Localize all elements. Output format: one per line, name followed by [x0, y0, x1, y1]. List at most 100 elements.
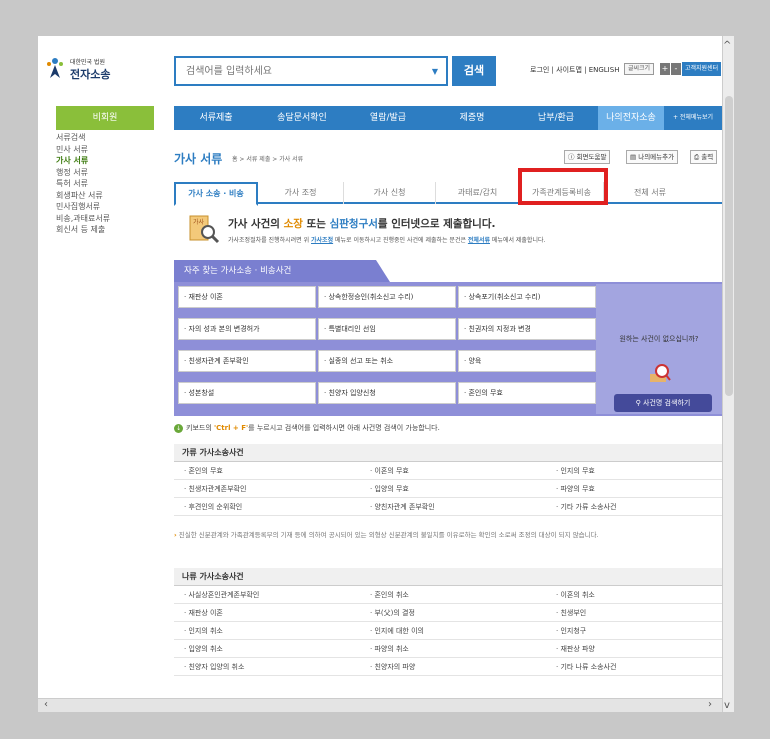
section-ga-note: › 진실한 신분관계와 가족관계등록부의 기재 등에 의하여 공시되어 있는 외…	[174, 531, 599, 539]
case-link[interactable]: · 상속한정승인(취소신고 수리)	[318, 286, 456, 308]
all-documents-link[interactable]: 전체서류	[468, 237, 490, 244]
nav-all-menu[interactable]: + 전체메뉴보기	[664, 106, 722, 130]
nav-service-check[interactable]: 송달문서확인	[258, 106, 346, 130]
case-link[interactable]: · 파양의 무효	[556, 480, 595, 498]
sidebar-item-patent[interactable]: 특허 서류	[56, 178, 154, 190]
case-link[interactable]: · 후견인의 순위확인	[184, 498, 242, 516]
case-link[interactable]: · 인지청구	[556, 622, 586, 640]
scroll-right-icon[interactable]: ›	[708, 699, 712, 710]
case-link[interactable]: · 성본창설	[178, 382, 316, 404]
case-link[interactable]: · 혼인의 무효	[184, 462, 223, 480]
case-link[interactable]: · 친양자 입양신청	[318, 382, 456, 404]
case-link[interactable]: · 친양자의 파양	[370, 658, 415, 676]
main-nav: 서류제출 송달문서확인 열람/발급 제증명 납부/환급 나의전자소송 + 전체메…	[174, 106, 722, 130]
sidebar-item-family[interactable]: 가사 서류	[56, 155, 154, 167]
case-link[interactable]: · 재판상 이혼	[184, 604, 223, 622]
nav-certificates[interactable]: 제증명	[430, 106, 514, 130]
tab-all-documents[interactable]: 전체 서류	[604, 182, 696, 204]
scroll-down-icon[interactable]: v	[724, 700, 730, 711]
tab-family-mediation[interactable]: 가사 조정	[258, 182, 344, 204]
case-link[interactable]: · 이혼의 취소	[556, 586, 595, 604]
case-link[interactable]: · 친생자관계존부확인	[184, 480, 246, 498]
vertical-scrollbar[interactable]	[722, 36, 734, 712]
sidebar-item-bankruptcy[interactable]: 회생파산 서류	[56, 190, 154, 202]
nav-view-issue[interactable]: 열람/발급	[346, 106, 430, 130]
sidebar-item-noncontentious[interactable]: 비송,과태료서류	[56, 213, 154, 225]
case-link[interactable]: · 친양자 입양의 취소	[184, 658, 244, 676]
print-button[interactable]: ⎙ 출력	[690, 150, 718, 164]
case-link[interactable]: · 입양의 무효	[370, 480, 409, 498]
case-link[interactable]: · 친생자관계 존부확인	[178, 350, 316, 372]
add-my-menu-button[interactable]: ▤ 나의메뉴추가	[626, 150, 679, 164]
table-row: · 후견인의 순위확인 · 양친자관계 존부확인 · 기타 가류 소송사건	[174, 498, 722, 516]
site-logo[interactable]: 대한민국 법원 전자소송	[44, 54, 144, 84]
document-search-icon: 가사	[189, 215, 220, 244]
nav-payment-refund[interactable]: 납부/환급	[514, 106, 598, 130]
sidebar-item-search[interactable]: 서류검색	[56, 132, 154, 144]
nav-submit-documents[interactable]: 서류제출	[174, 106, 258, 130]
case-name-search-button[interactable]: ⚲ 사건명 검색하기	[614, 394, 712, 412]
scrollbar-thumb[interactable]	[725, 96, 733, 396]
case-link[interactable]: · 친생부인	[556, 604, 586, 622]
table-row: · 친양자 입양의 취소 · 친양자의 파양 · 기타 나류 소송사건	[174, 658, 722, 676]
case-link[interactable]: · 인지의 무효	[556, 462, 595, 480]
search-button[interactable]: 검색	[452, 56, 496, 86]
breadcrumb[interactable]: 홈 > 서류 제출 > 가사 서류	[232, 154, 303, 163]
case-link[interactable]: · 이혼의 무효	[370, 462, 409, 480]
case-link[interactable]: · 양육	[458, 350, 596, 372]
mediation-link[interactable]: 가사조정	[311, 237, 333, 244]
sidebar-title: 비회원	[56, 106, 154, 130]
help-center-button[interactable]: 고객지원센터	[682, 62, 722, 76]
case-link[interactable]: · 특별대리인 선임	[318, 318, 456, 340]
case-link[interactable]: · 재판상 이혼	[178, 286, 316, 308]
magnifier-icon	[650, 364, 671, 382]
court-emblem-icon	[47, 58, 63, 78]
page-title: 가사 서류	[174, 152, 223, 166]
ctrl-f-hint: ↓ 키보드의 'Ctrl + F'를 누르시고 검색어를 입력하시면 아래 사건명…	[174, 423, 440, 433]
tab-family-litigation[interactable]: 가사 소송 · 비송	[174, 182, 258, 206]
case-link[interactable]: · 인지의 취소	[184, 622, 223, 640]
case-link[interactable]: · 자의 성과 본의 변경허가	[178, 318, 316, 340]
table-row: · 재판상 이혼 · 부(父)의 결정 · 친생부인	[174, 604, 722, 622]
sidebar-item-reply[interactable]: 회신서 등 제출	[56, 224, 154, 236]
case-link[interactable]: · 혼인의 취소	[370, 586, 409, 604]
menu-icon: ▤	[630, 153, 639, 161]
font-decrease-button[interactable]: -	[671, 63, 681, 75]
screen-help-button[interactable]: ⓘ 회면도움말	[564, 150, 611, 164]
sidebar-item-execution[interactable]: 민사집행서류	[56, 201, 154, 213]
scroll-left-icon[interactable]: ‹	[44, 699, 48, 710]
search-icon: ⚲	[635, 399, 644, 407]
highlight-box	[518, 168, 608, 205]
section-ga-table: · 혼인의 무효 · 이혼의 무효 · 인지의 무효 · 친생자관계존부확인 ·…	[174, 462, 722, 516]
nav-my-ecourt[interactable]: 나의전자소송	[598, 106, 664, 130]
top-links[interactable]: 로그인 | 사이트맵 | ENGLISH	[530, 65, 619, 75]
section-na-table: · 사실상혼인관계존부확인 · 혼인의 취소 · 이혼의 취소 · 재판상 이혼…	[174, 586, 722, 676]
section-na-title: 나류 가사소송사건	[174, 568, 722, 586]
case-link[interactable]: · 실종의 선고 또는 취소	[318, 350, 456, 372]
case-link[interactable]: · 상속포기(취소신고 수리)	[458, 286, 596, 308]
case-link[interactable]: · 혼인의 무효	[458, 382, 596, 404]
case-link[interactable]: · 인지에 대한 이의	[370, 622, 424, 640]
search-dropdown-icon[interactable]: ▼	[432, 67, 438, 76]
font-increase-button[interactable]: +	[660, 63, 670, 75]
case-link[interactable]: · 기타 나류 소송사건	[556, 658, 616, 676]
horizontal-scrollbar[interactable]	[38, 698, 722, 712]
sidebar-item-administrative[interactable]: 행정 서류	[56, 167, 154, 179]
scroll-up-icon[interactable]: ^	[723, 40, 731, 51]
section-ga-title: 가류 가사소송사건	[174, 444, 722, 462]
tab-fine-detention[interactable]: 과태료/감치	[436, 182, 520, 204]
table-row: · 혼인의 무효 · 이혼의 무효 · 인지의 무효	[174, 462, 722, 480]
case-link[interactable]: · 양친자관계 존부확인	[370, 498, 435, 516]
search-input[interactable]	[176, 58, 416, 84]
arrow-down-icon: ↓	[174, 423, 183, 433]
case-link[interactable]: · 재판상 파양	[556, 640, 595, 658]
sidebar-item-civil[interactable]: 민사 서류	[56, 144, 154, 156]
case-link[interactable]: · 친권자의 지정과 변경	[458, 318, 596, 340]
case-link[interactable]: · 파양의 취소	[370, 640, 409, 658]
table-row: · 인지의 취소 · 인지에 대한 이의 · 인지청구	[174, 622, 722, 640]
case-link[interactable]: · 사실상혼인관계존부확인	[184, 586, 259, 604]
case-link[interactable]: · 부(父)의 결정	[370, 604, 415, 622]
tab-family-application[interactable]: 가사 신청	[344, 182, 436, 204]
case-link[interactable]: · 입양의 취소	[184, 640, 223, 658]
case-link[interactable]: · 기타 가류 소송사건	[556, 498, 616, 516]
